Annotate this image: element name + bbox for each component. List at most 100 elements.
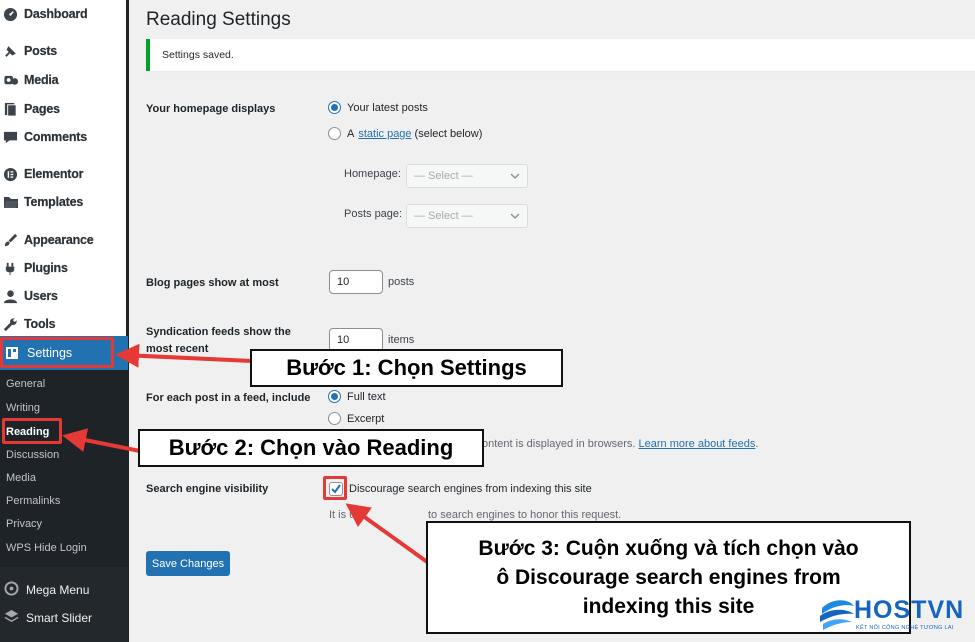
callout-step3-line3: indexing this site: [582, 595, 755, 618]
posts-page-select[interactable]: — Select —: [406, 204, 528, 228]
sidebar-item-label: Media: [24, 73, 59, 87]
submenu-media[interactable]: Media: [6, 472, 36, 484]
callout-step2: Bước 2: Chọn vào Reading: [138, 429, 484, 467]
homepage-displays-label: Your homepage displays: [146, 103, 276, 115]
hostvn-logo: HOSTVN KẾT NỐI CÔNG NGHỆ TƯƠNG LAI: [818, 594, 973, 638]
radio-static-page[interactable]: A static page (select below): [328, 127, 482, 140]
feed-description: ontent is displayed in browsers. Learn m…: [482, 438, 758, 450]
sidebar-item-label: Elementor: [24, 167, 84, 181]
sidebar-item-label: Tools: [24, 317, 56, 331]
pin-icon: [2, 43, 19, 60]
hostvn-tagline: KẾT NỐI CÔNG NGHỆ TƯƠNG LAI: [856, 625, 954, 631]
radio-button[interactable]: [328, 127, 341, 140]
sidebar-item-label: Posts: [24, 44, 58, 58]
syndication-label-line2: most recent: [146, 343, 209, 355]
select-value: — Select —: [414, 210, 473, 222]
slider-icon: [4, 609, 19, 627]
blog-pages-unit: posts: [388, 276, 415, 288]
submenu-wps-hide-login[interactable]: WPS Hide Login: [6, 542, 87, 554]
syndication-label-line1: Syndication feeds show the: [146, 326, 291, 338]
user-icon: [2, 288, 19, 305]
dashboard-icon: [2, 6, 19, 23]
radio-button-checked[interactable]: [328, 101, 341, 114]
admin-sidebar-top: Dashboard Posts Media Pages Comments Ele…: [0, 0, 128, 336]
elementor-icon: [2, 166, 19, 183]
sidebar-item-label: Dashboard: [24, 7, 88, 21]
sidebar-item-label: Mega Menu: [26, 583, 90, 597]
chevron-down-icon: [510, 173, 520, 179]
sidebar-item-pages[interactable]: Pages: [2, 99, 60, 119]
save-changes-button[interactable]: Save Changes: [146, 551, 230, 576]
blog-pages-label: Blog pages show at most: [146, 277, 279, 289]
radio-excerpt[interactable]: Excerpt: [328, 412, 384, 425]
radio-button-checked[interactable]: [328, 390, 341, 403]
submenu-writing[interactable]: Writing: [6, 402, 40, 414]
pages-icon: [2, 101, 19, 118]
sidebar-item-label: Comments: [24, 130, 87, 144]
highlight-settings: [0, 337, 114, 368]
sidebar-plugin-menu: Mega Menu Smart Slider: [0, 567, 128, 642]
radio-label: Excerpt: [347, 412, 385, 425]
sidebar-item-appearance[interactable]: Appearance: [2, 230, 94, 250]
plug-icon: [2, 260, 19, 277]
sidebar-item-templates[interactable]: Templates: [2, 192, 83, 212]
submenu-privacy[interactable]: Privacy: [6, 518, 42, 530]
media-icon: [2, 72, 19, 89]
posts-page-select-label: Posts page:: [344, 208, 403, 220]
sidebar-item-mega-menu[interactable]: Mega Menu: [4, 581, 89, 599]
callout-step1: Bước 1: Chọn Settings: [250, 349, 563, 387]
feed-description-text: ontent is displayed in browsers.: [482, 438, 636, 450]
page-title: Reading Settings: [146, 9, 291, 30]
folder-icon: [2, 194, 19, 211]
mega-menu-icon: [4, 581, 19, 599]
highlight-reading: [2, 418, 62, 444]
feed-include-label: For each post in a feed, include: [146, 392, 311, 404]
sidebar-item-label: Users: [24, 289, 58, 303]
sidebar-item-comments[interactable]: Comments: [2, 127, 87, 147]
settings-saved-notice: Settings saved.: [146, 39, 975, 71]
hostvn-brand: HOSTVN: [854, 596, 965, 624]
wrench-icon: [2, 316, 19, 333]
arrow-step3: [345, 503, 432, 566]
radio-label-prefix: A: [347, 127, 355, 140]
sidebar-item-label: Appearance: [24, 233, 94, 247]
search-engine-desc-start: It is up: [329, 509, 362, 521]
homepage-select[interactable]: — Select —: [406, 164, 528, 188]
radio-label: Full text: [347, 390, 386, 403]
sidebar-item-users[interactable]: Users: [2, 286, 58, 306]
learn-more-feeds-link[interactable]: Learn more about feeds: [639, 438, 756, 450]
comments-icon: [2, 129, 19, 146]
chevron-down-icon: [510, 213, 520, 219]
blog-pages-input[interactable]: 10: [329, 270, 383, 294]
search-engine-label: Search engine visibility: [146, 483, 269, 495]
discourage-search-label[interactable]: Discourage search engines from indexing …: [349, 483, 592, 495]
radio-full-text[interactable]: Full text: [328, 390, 386, 403]
notice-text: Settings saved.: [162, 49, 234, 61]
sidebar-item-elementor[interactable]: Elementor: [2, 164, 84, 184]
highlight-checkbox: [323, 476, 347, 500]
homepage-select-label: Homepage:: [344, 168, 401, 180]
sidebar-item-label: Plugins: [24, 261, 68, 275]
submenu-permalinks[interactable]: Permalinks: [6, 495, 60, 507]
sidebar-item-tools[interactable]: Tools: [2, 314, 56, 334]
static-page-link[interactable]: static page: [358, 128, 411, 140]
radio-label-suffix: (select below): [414, 127, 483, 140]
period: .: [755, 438, 759, 450]
sidebar-item-label: Templates: [24, 195, 84, 209]
sidebar-item-plugins[interactable]: Plugins: [2, 258, 68, 278]
brush-icon: [2, 232, 19, 249]
callout-step3-line1: Bước 3: Cuộn xuống và tích chọn vào: [478, 537, 859, 560]
sidebar-item-smart-slider[interactable]: Smart Slider: [4, 609, 92, 627]
submenu-discussion[interactable]: Discussion: [6, 449, 59, 461]
sidebar-item-label: Smart Slider: [26, 611, 93, 625]
sidebar-item-label: Pages: [24, 102, 60, 116]
sidebar-item-dashboard[interactable]: Dashboard: [2, 4, 88, 24]
select-value: — Select —: [414, 170, 473, 182]
radio-label: Your latest posts: [347, 101, 428, 114]
sidebar-item-posts[interactable]: Posts: [2, 41, 57, 61]
radio-latest-posts[interactable]: Your latest posts: [328, 101, 428, 114]
sidebar-item-media[interactable]: Media: [2, 70, 59, 90]
submenu-general[interactable]: General: [6, 378, 45, 390]
radio-button[interactable]: [328, 412, 341, 425]
syndication-unit: items: [388, 334, 415, 346]
